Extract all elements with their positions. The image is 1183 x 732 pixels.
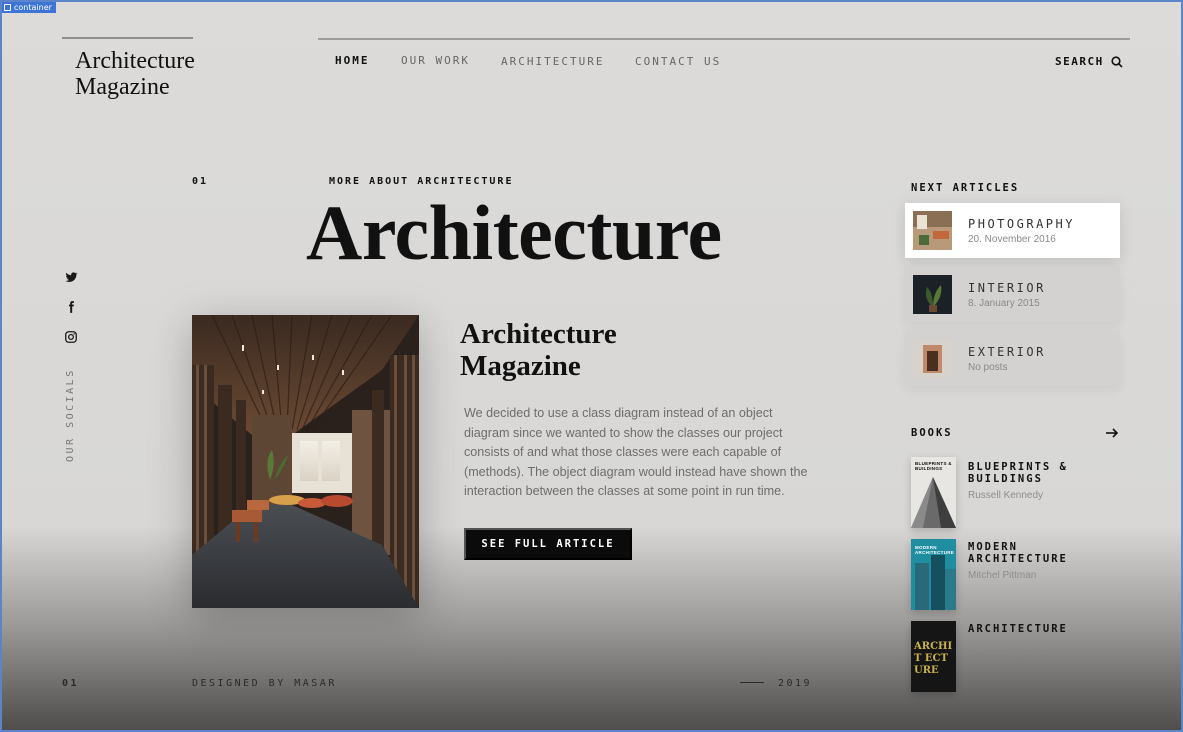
book-author-modern-architecture: Mitchel Pittman <box>968 570 1037 581</box>
card-status: No posts <box>968 361 1008 373</box>
book-title-line-1: ARCHITECTURE <box>968 623 1068 635</box>
interior-thumbnail <box>913 275 952 314</box>
article-title: Architecture Magazine <box>460 318 617 382</box>
book-cover-text: MODERN ARCHITECTURE <box>915 545 955 555</box>
interior-photo-illustration <box>192 315 419 608</box>
search-label: SEARCH <box>1055 55 1104 68</box>
next-article-exterior[interactable]: EXTERIOR No posts <box>905 331 1120 386</box>
book-title-line-2: ARCHITECTURE <box>968 553 1068 565</box>
footer-credit: DESIGNED BY MASAR <box>192 678 337 689</box>
logo-rule <box>62 37 193 39</box>
book-cover-text: BLUEPRINTS & BUILDINGS <box>915 461 952 471</box>
nav-item-contact-us[interactable]: CONTACT US <box>635 55 721 68</box>
socials-label: OUR SOCIALS <box>65 368 76 462</box>
card-date: 20. November 2016 <box>968 233 1056 245</box>
book-title-line-1: MODERN <box>968 541 1018 553</box>
container-tag-label: container <box>14 3 52 12</box>
footer-rule <box>740 682 764 683</box>
article-title-line-2: Magazine <box>460 350 581 382</box>
card-title: PHOTOGRAPHY <box>968 216 1075 231</box>
book-cover-architecture[interactable]: ARCHIT ECTURE <box>911 621 956 692</box>
container-square-icon <box>4 4 11 11</box>
arrow-right-icon[interactable] <box>1105 426 1119 440</box>
next-article-photography[interactable]: PHOTOGRAPHY 20. November 2016 <box>905 203 1120 258</box>
search-button[interactable]: SEARCH <box>1055 55 1123 68</box>
card-title: INTERIOR <box>968 280 1046 295</box>
twitter-icon[interactable] <box>64 270 78 284</box>
nav-rule <box>318 38 1130 40</box>
footer-index: 01 <box>62 678 80 689</box>
books-label: BOOKS <box>911 427 953 439</box>
instagram-icon[interactable] <box>64 330 78 344</box>
book-cover-text: ARCHIT ECTURE <box>914 641 953 676</box>
nav-item-our-work[interactable]: OUR WORK <box>401 54 470 67</box>
hero-kicker: MORE ABOUT ARCHITECTURE <box>329 176 514 187</box>
search-icon <box>1111 55 1123 68</box>
hero-index: 01 <box>192 176 209 187</box>
card-title: EXTERIOR <box>968 344 1046 359</box>
photography-thumbnail <box>913 211 952 250</box>
nav-item-architecture[interactable]: ARCHITECTURE <box>501 55 604 68</box>
see-full-article-button[interactable]: SEE FULL ARTICLE <box>464 528 632 560</box>
nav-item-home[interactable]: HOME <box>335 54 370 67</box>
card-date: 8. January 2015 <box>968 297 1040 309</box>
book-author-architecture: Christian A. Jones <box>968 641 1049 652</box>
article-title-line-1: Architecture <box>460 318 617 350</box>
site-logo[interactable]: Architecture Magazine <box>75 48 195 100</box>
facebook-icon[interactable] <box>64 300 78 314</box>
devtools-container-tag: container <box>2 2 56 13</box>
footer-year: 2019 <box>778 678 813 689</box>
article-hero-image[interactable] <box>192 315 419 608</box>
book-title-architecture[interactable]: ARCHITECTURE <box>968 623 1118 635</box>
book-title-line-1: BLUEPRINTS & <box>968 461 1068 473</box>
book-title-blueprints[interactable]: BLUEPRINTS & BUILDINGS <box>968 461 1118 485</box>
next-article-interior[interactable]: INTERIOR 8. January 2015 <box>905 267 1120 322</box>
book-cover-blueprints[interactable]: BLUEPRINTS & BUILDINGS <box>911 457 956 528</box>
book-title-modern-architecture[interactable]: MODERN ARCHITECTURE <box>968 541 1118 565</box>
book-author-blueprints: Russell Kennedy <box>968 490 1044 501</box>
article-body: We decided to use a class diagram instea… <box>464 406 808 499</box>
next-articles-label: NEXT ARTICLES <box>911 182 1020 194</box>
logo-line-2: Magazine <box>75 74 170 100</box>
hero-title: Architecture <box>306 189 722 276</box>
logo-line-1: Architecture <box>75 48 195 74</box>
book-title-line-2: BUILDINGS <box>968 473 1043 485</box>
book-cover-modern-architecture[interactable]: MODERN ARCHITECTURE <box>911 539 956 610</box>
page-container: container Architecture Magazine HOME OUR… <box>0 0 1183 732</box>
exterior-thumbnail <box>913 339 952 378</box>
